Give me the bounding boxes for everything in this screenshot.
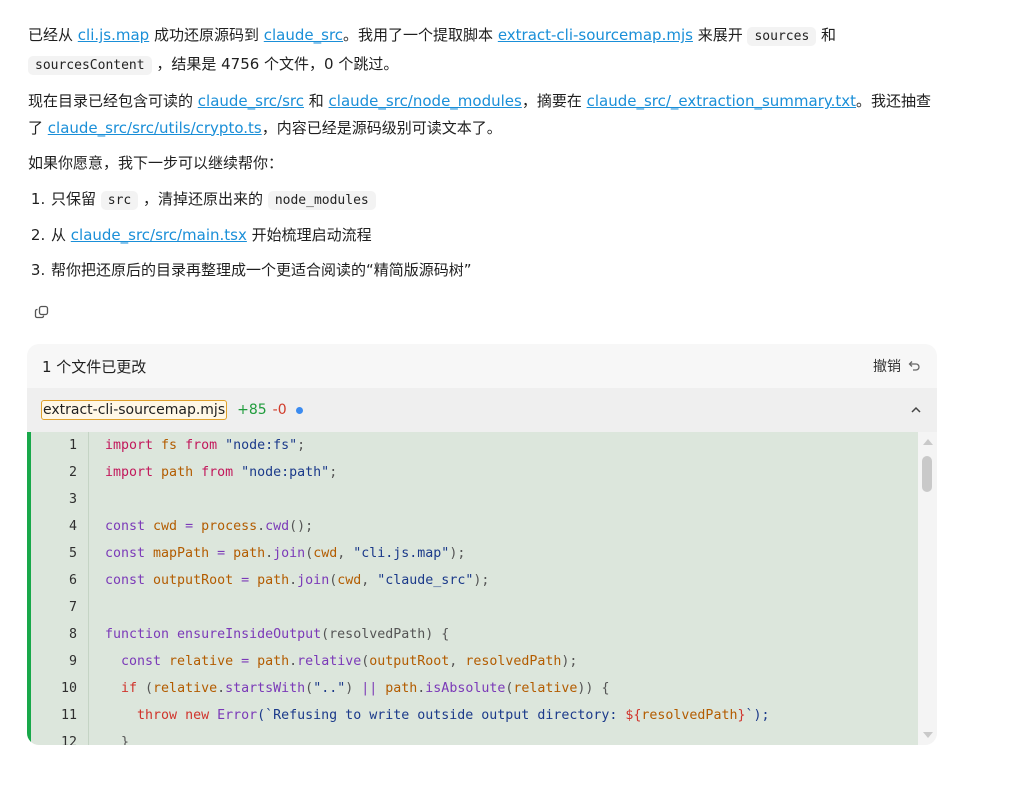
code-line: 1 import fs from "node:fs"; xyxy=(31,432,922,459)
line-number: 3 xyxy=(68,492,77,507)
undo-button[interactable]: 撤销 xyxy=(873,356,921,376)
inline-code-sources: sources xyxy=(747,27,817,46)
line-number: 12 xyxy=(60,735,77,745)
inline-code-node-modules: node_modules xyxy=(267,190,376,210)
chevron-up-icon[interactable] xyxy=(909,403,923,417)
deletions-count: -0 xyxy=(272,402,287,418)
line-number: 9 xyxy=(68,654,77,669)
line-number: 7 xyxy=(68,600,77,615)
code-line: 11 throw new Error(`Refusing to write ou… xyxy=(31,702,922,729)
undo-label: 撤销 xyxy=(873,359,901,375)
line-number: 4 xyxy=(68,519,77,534)
line-number: 8 xyxy=(68,627,77,642)
suggestion-list: 只保留 src ，清掉还原出来的 node_modules 从 claude_s… xyxy=(28,186,938,284)
copy-icon[interactable] xyxy=(33,303,51,321)
link-cli-js-map[interactable]: cli.js.map xyxy=(78,26,149,44)
list-item: 只保留 src ，清掉还原出来的 node_modules xyxy=(50,186,938,215)
link-extraction-summary[interactable]: claude_src/_extraction_summary.txt xyxy=(587,92,856,110)
code-line: 4 const cwd = process.cwd(); xyxy=(31,513,922,540)
list-item: 帮你把还原后的目录再整理成一个更适合阅读的“精简版源码树” xyxy=(50,257,938,284)
changed-files-title: 1 个文件已更改 xyxy=(42,357,147,376)
line-number: 11 xyxy=(60,708,77,723)
code-line: 10 if (relative.startsWith("..") || path… xyxy=(31,675,922,702)
code-line: 8 function ensureInsideOutput(resolvedPat… xyxy=(31,621,922,648)
link-claude-src[interactable]: claude_src xyxy=(264,26,343,44)
file-row[interactable]: extract-cli-sourcemap.mjs +85 -0 xyxy=(27,388,937,432)
scroll-down-arrow-icon[interactable] xyxy=(923,732,933,738)
code-line: 6 const outputRoot = path.join(cwd, "clau… xyxy=(31,567,922,594)
code-diff: 1 import fs from "node:fs"; 2 import path … xyxy=(27,432,922,745)
code-line: 7 xyxy=(31,594,922,621)
link-extract-script[interactable]: extract-cli-sourcemap.mjs xyxy=(498,26,693,44)
undo-icon xyxy=(908,361,920,371)
scroll-up-arrow-icon[interactable] xyxy=(923,439,933,445)
message-paragraph-2: 现在目录已经包含可读的 claude_src/src 和 claude_src/… xyxy=(28,92,932,137)
link-crypto-ts[interactable]: claude_src/src/utils/crypto.ts xyxy=(48,119,262,137)
additions-count: +85 xyxy=(237,402,267,418)
code-line: 3 xyxy=(31,486,922,513)
code-line: 12 } xyxy=(31,729,922,745)
unsaved-dot xyxy=(295,406,303,414)
vertical-scrollbar[interactable] xyxy=(918,432,937,745)
card-header: 1 个文件已更改 撤销 xyxy=(27,344,937,388)
link-main-tsx[interactable]: claude_src/src/main.tsx xyxy=(71,226,247,244)
link-claude-src-src[interactable]: claude_src/src xyxy=(198,92,304,110)
gutter-divider xyxy=(88,432,89,745)
scrollbar-thumb[interactable] xyxy=(922,456,932,492)
line-number: 2 xyxy=(68,465,77,480)
message-paragraph-1: 已经从 cli.js.map 成功还原源码到 claude_src。我用了一个提… xyxy=(28,26,837,75)
assistant-message: 已经从 cli.js.map 成功还原源码到 claude_src。我用了一个提… xyxy=(28,22,938,291)
line-number: 6 xyxy=(68,573,77,588)
link-node-modules[interactable]: claude_src/node_modules xyxy=(329,92,522,110)
file-name[interactable]: extract-cli-sourcemap.mjs xyxy=(41,400,228,420)
list-item: 从 claude_src/src/main.tsx 开始梳理启动流程 xyxy=(50,222,938,249)
inline-code-src: src xyxy=(100,190,139,210)
line-number: 5 xyxy=(68,546,77,561)
message-paragraph-3: 如果你愿意，我下一步可以继续帮你： xyxy=(28,154,284,172)
code-line: 2 import path from "node:path"; xyxy=(31,459,922,486)
code-line: 5 const mapPath = path.join(cwd, "cli.js.… xyxy=(31,540,922,567)
line-number: 10 xyxy=(60,681,77,696)
line-number: 1 xyxy=(68,438,77,453)
changed-files-card: 1 个文件已更改 撤销 extract-cli-sourcemap.mjs +8… xyxy=(27,344,937,745)
code-line: 9 const relative = path.relative(outputR… xyxy=(31,648,922,675)
inline-code-sourcescontent: sourcesContent xyxy=(28,55,152,75)
